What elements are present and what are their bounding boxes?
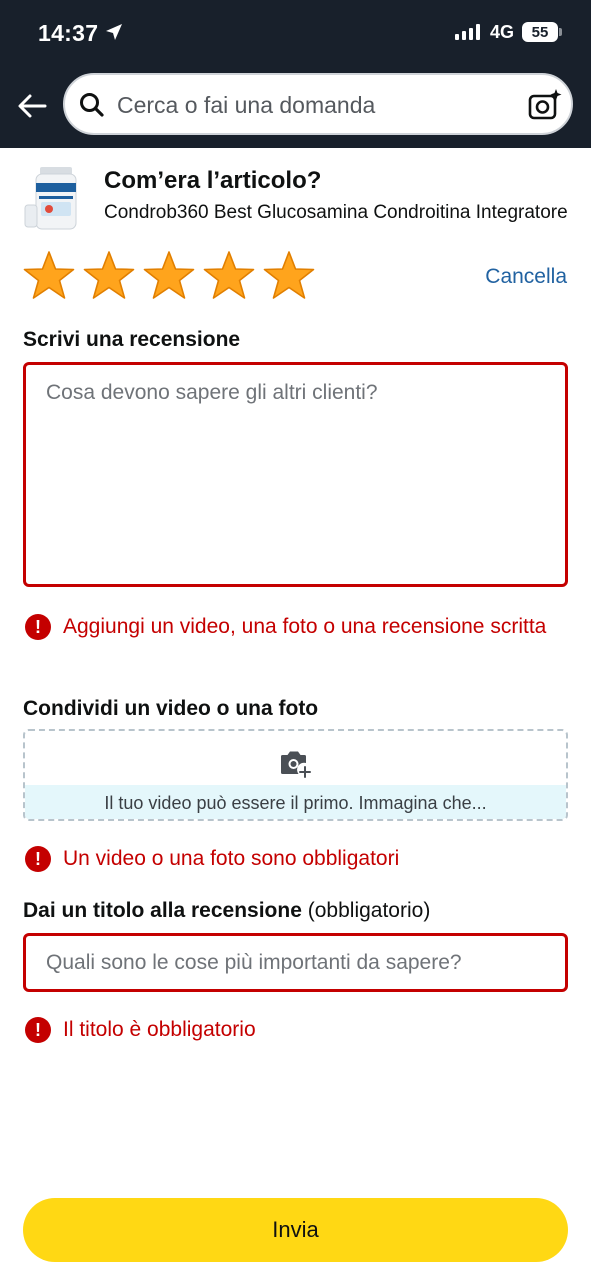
review-label: Scrivi una recensione — [23, 328, 241, 351]
search-bar[interactable] — [63, 73, 573, 135]
title-label: Dai un titolo alla recensione (obbligato… — [23, 899, 430, 923]
review-heading: Com’era l’articolo? — [104, 167, 322, 194]
network-type: 4G — [490, 22, 515, 42]
clear-rating-link[interactable]: Cancella — [485, 265, 567, 289]
battery-tip — [559, 28, 562, 36]
media-error-text: Un video o una foto sono obbligatori — [63, 847, 400, 870]
battery-icon: 55 — [522, 22, 558, 42]
title-input[interactable] — [23, 933, 568, 992]
status-time: 14:37 — [38, 20, 99, 46]
star-5-icon[interactable] — [263, 250, 315, 304]
star-rating[interactable] — [23, 250, 315, 304]
top-bar: 14:37 4G 55 — [0, 0, 591, 148]
location-arrow-icon — [106, 24, 122, 40]
media-prompt: Il tuo video può essere il primo. Immagi… — [25, 785, 566, 819]
signal-icon — [455, 24, 480, 40]
search-input[interactable] — [117, 85, 517, 125]
error-icon: ! — [25, 1017, 51, 1043]
search-icon — [80, 93, 104, 117]
star-1-icon[interactable] — [23, 250, 75, 304]
back-button[interactable] — [14, 88, 50, 124]
media-label: Condividi un video o una foto — [23, 697, 319, 720]
product-image — [23, 163, 89, 233]
camera-search-icon[interactable] — [527, 87, 563, 123]
error-icon: ! — [25, 614, 51, 640]
back-arrow-icon — [18, 94, 47, 118]
review-error-text: Aggiungi un video, una foto o una recens… — [63, 615, 547, 638]
submit-button[interactable]: Invia — [23, 1198, 568, 1262]
star-2-icon[interactable] — [83, 250, 135, 304]
error-icon: ! — [25, 846, 51, 872]
star-4-icon[interactable] — [203, 250, 255, 304]
media-upload-box[interactable]: Il tuo video può essere il primo. Immagi… — [23, 729, 568, 821]
review-textarea[interactable] — [23, 362, 568, 587]
title-required-note: (obbligatorio) — [307, 899, 431, 922]
star-3-icon[interactable] — [143, 250, 195, 304]
product-name: Condrob360 Best Glucosamina Condroitina … — [104, 202, 568, 223]
add-photo-icon — [281, 751, 311, 778]
title-error-text: Il titolo è obbligatorio — [63, 1018, 256, 1041]
title-label-text: Dai un titolo alla recensione — [23, 899, 302, 922]
